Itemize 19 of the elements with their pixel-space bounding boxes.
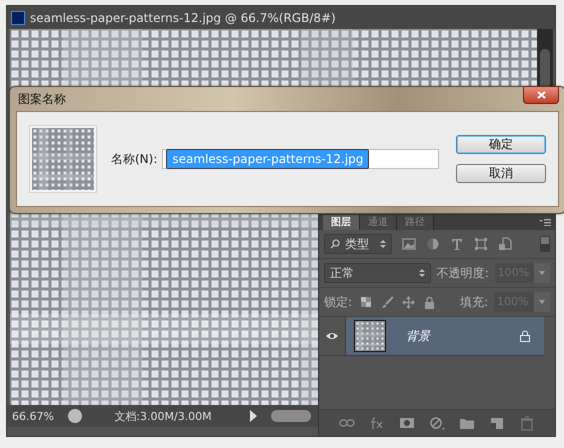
caret-icon xyxy=(539,271,546,275)
caret-icon xyxy=(539,300,545,304)
status-icon[interactable] xyxy=(68,409,82,423)
filter-toggle-icon[interactable] xyxy=(540,236,550,252)
dropdown-button[interactable] xyxy=(534,263,550,283)
fx-icon[interactable] xyxy=(369,416,385,430)
adjustment-icon[interactable] xyxy=(429,416,445,430)
close-icon xyxy=(536,91,546,99)
app-logo-icon xyxy=(11,10,25,24)
horizontal-scrollbar[interactable] xyxy=(271,410,311,422)
trash-icon[interactable] xyxy=(519,416,535,430)
play-arrow-icon[interactable] xyxy=(250,410,257,422)
mask-icon[interactable] xyxy=(399,416,415,430)
zoom-level: 66.67% xyxy=(11,410,55,422)
dropdown-button[interactable] xyxy=(534,292,550,312)
document-size: 文档:3.00M/3.00M xyxy=(113,408,213,424)
new-layer-icon[interactable] xyxy=(489,416,505,430)
document-title: seamless-paper-patterns-12.jpg @ 66.7%(RGB/8#) xyxy=(30,10,336,24)
panel-menu-icon[interactable] xyxy=(539,219,551,226)
